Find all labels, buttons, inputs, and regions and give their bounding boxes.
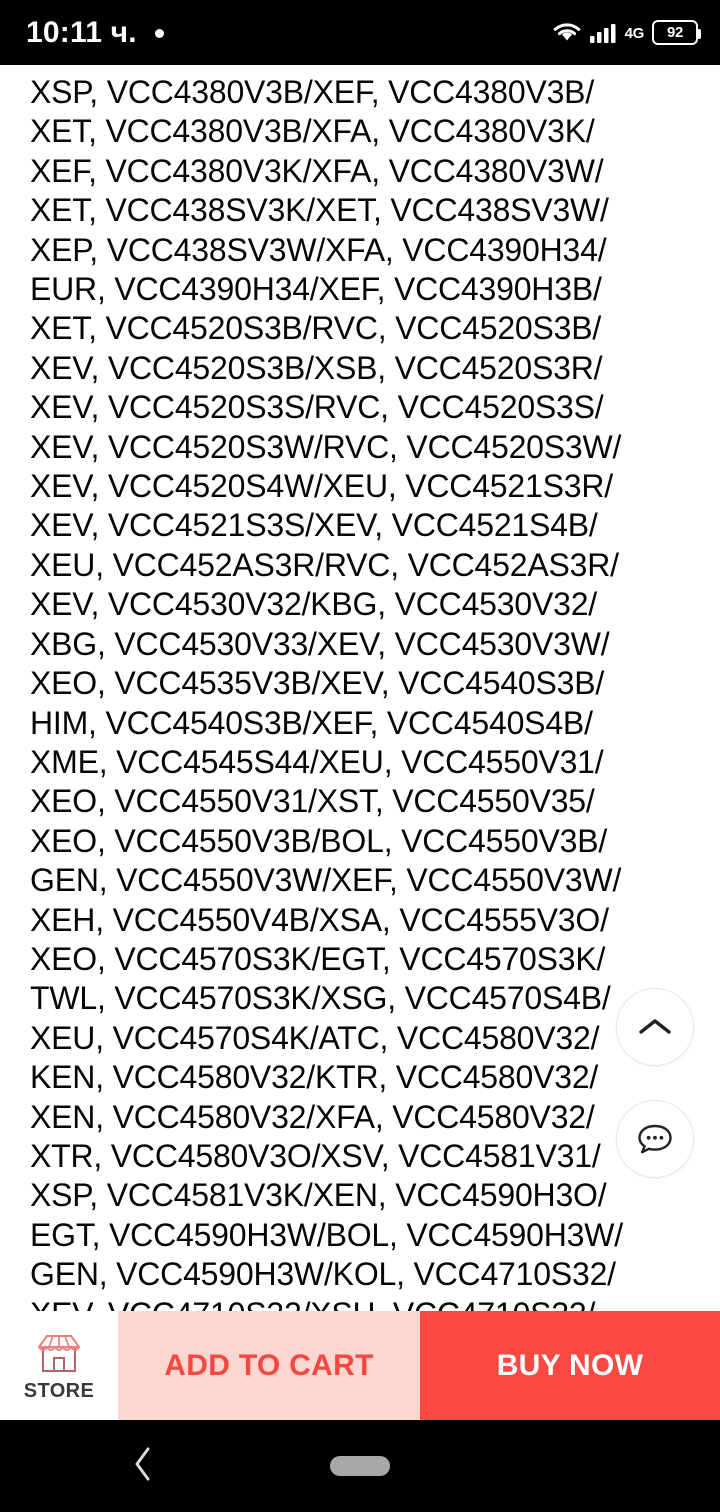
compatible-models-text: XSP, VCC4380V3B/XEF, VCC4380V3B/ XET, VC… (30, 74, 623, 1311)
status-bar: 10:11 ч. 4G 92 (0, 0, 720, 65)
status-clock: 10:11 ч. (26, 15, 137, 49)
phone-screen: 10:11 ч. 4G 92 XSP, VCC4380V3B/XEF, VCC4… (0, 0, 720, 1512)
chevron-left-icon (131, 1444, 155, 1489)
android-navigation-bar (0, 1420, 720, 1512)
storefront-icon (33, 1331, 85, 1377)
buy-now-button[interactable]: BUY NOW (420, 1311, 720, 1420)
store-button[interactable]: STORE (0, 1311, 118, 1420)
add-to-cart-button[interactable]: ADD TO CART (118, 1311, 420, 1420)
add-to-cart-label: ADD TO CART (164, 1348, 374, 1382)
nav-home-pill-button[interactable] (330, 1456, 390, 1476)
status-bar-left: 10:11 ч. (26, 15, 164, 49)
chat-bubble-icon (635, 1120, 675, 1158)
buy-now-label: BUY NOW (496, 1348, 644, 1382)
scroll-to-top-button[interactable] (616, 988, 694, 1066)
nav-back-button[interactable] (120, 1443, 166, 1489)
battery-indicator: 92 (652, 20, 701, 45)
chevron-up-icon (637, 1015, 673, 1039)
customer-service-chat-button[interactable] (616, 1100, 694, 1178)
store-label: STORE (23, 1379, 95, 1402)
status-bar-right: 4G 92 (552, 20, 701, 45)
product-spec-scroll-area[interactable]: XSP, VCC4380V3B/XEF, VCC4380V3B/ XET, VC… (0, 65, 720, 1311)
cellular-signal-icon (589, 21, 617, 45)
battery-level-label: 92 (667, 24, 683, 41)
wifi-icon (552, 21, 582, 45)
network-type-label: 4G (624, 25, 645, 42)
notification-dot-icon (154, 29, 164, 38)
bottom-action-bar: STORE ADD TO CART BUY NOW (0, 1311, 720, 1420)
